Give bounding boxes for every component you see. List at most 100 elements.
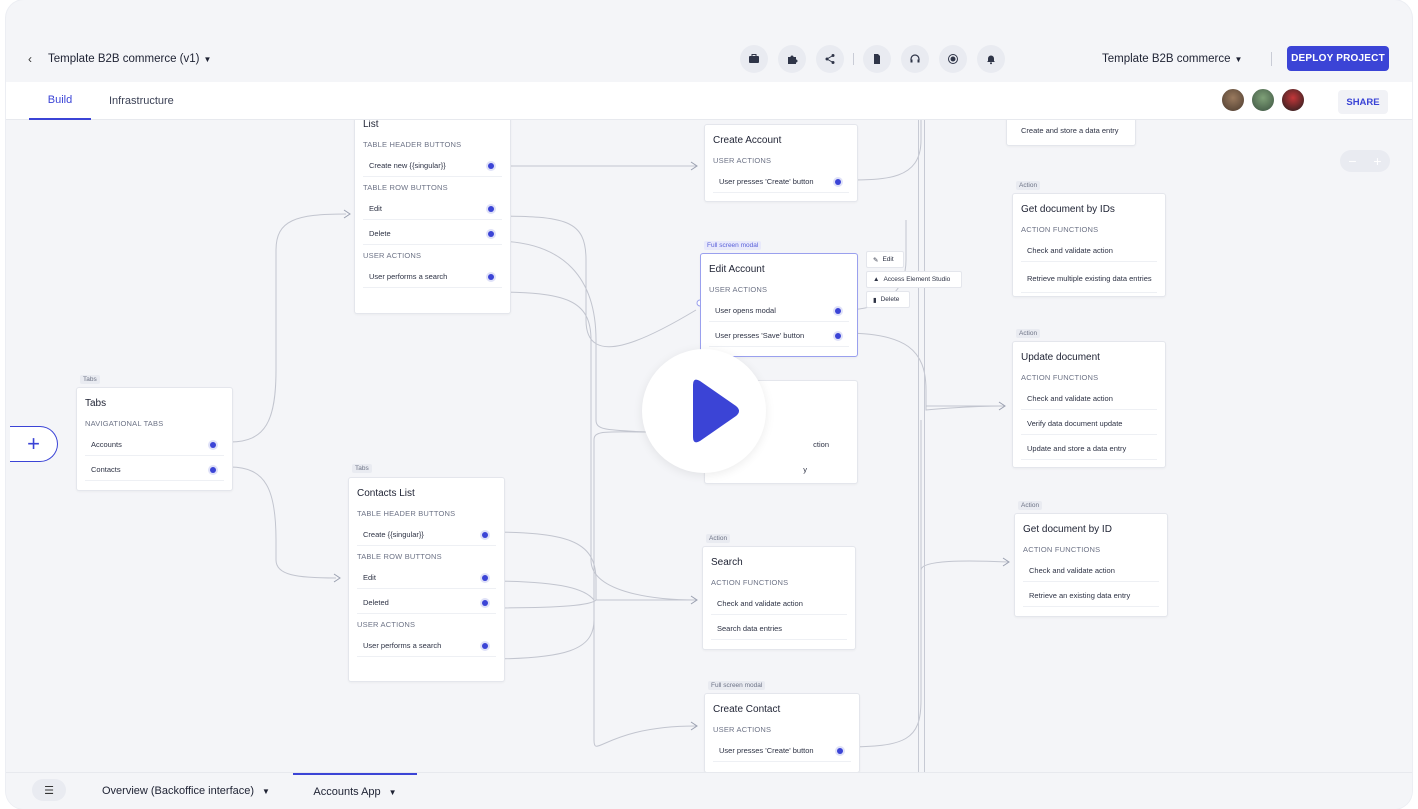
connector-dot[interactable] — [482, 575, 488, 581]
tab-build[interactable]: Build — [29, 82, 91, 120]
bottom-tab-accounts-app[interactable]: Accounts App ▼ — [293, 773, 417, 809]
puzzle-icon[interactable] — [778, 45, 806, 73]
connector-dot[interactable] — [835, 179, 841, 185]
bell-icon[interactable] — [977, 45, 1005, 73]
environment-selector[interactable]: Template B2B commerce ▼ — [1102, 36, 1242, 82]
briefcase-icon[interactable] — [740, 45, 768, 73]
flow-canvas[interactable]: List TABLE HEADER BUTTONS Create new {{s… — [6, 120, 1412, 772]
toolbar — [740, 45, 1005, 73]
row-label: Deleted — [363, 598, 389, 607]
list-item[interactable]: Deleted — [357, 592, 496, 614]
list-item[interactable]: User opens modal — [709, 300, 849, 322]
list-item[interactable]: Check and validate action — [1023, 560, 1159, 582]
section-label: USER ACTIONS — [357, 620, 416, 629]
bottom-tab-overview[interactable]: Overview (Backoffice interface) ▼ — [102, 773, 270, 809]
node-type-tag: Action — [1016, 329, 1041, 338]
list-item[interactable]: Edit — [363, 198, 502, 220]
environment-label[interactable]: Template B2B commerce — [1102, 53, 1230, 65]
hamburger-icon[interactable]: ☰ — [32, 779, 66, 801]
list-item[interactable]: User presses 'Create' button — [713, 740, 851, 762]
connector-dot[interactable] — [482, 532, 488, 538]
row-label: Search data entries — [717, 624, 783, 633]
pencil-icon: ✎ — [873, 256, 879, 264]
caret-down-icon[interactable]: ▼ — [1234, 55, 1242, 64]
node-tabs[interactable]: Tabs NAVIGATIONAL TABS Accounts Contacts — [76, 387, 233, 491]
connector-dot[interactable] — [837, 748, 843, 754]
connector-dot[interactable] — [482, 643, 488, 649]
list-item[interactable]: Update and store a data entry — [1021, 438, 1157, 460]
connector-dot[interactable] — [210, 442, 216, 448]
list-item[interactable]: Create {{singular}} — [357, 524, 496, 546]
avatar[interactable] — [1280, 87, 1306, 113]
list-item[interactable]: Retrieve an existing data entry — [1023, 585, 1159, 607]
element-studio-menu-item[interactable]: ▲ Access Element Studio — [866, 271, 962, 288]
tab-infrastructure[interactable]: Infrastructure — [109, 82, 174, 120]
chevron-left-icon[interactable]: ‹ — [28, 52, 32, 66]
zoom-control: − + — [1340, 150, 1390, 172]
edit-menu-item[interactable]: ✎ Edit — [866, 251, 904, 268]
view-tabs-bar: Build Infrastructure SHARE — [6, 82, 1412, 120]
share-button[interactable]: SHARE — [1338, 90, 1388, 114]
node-title: Edit Account — [709, 264, 765, 275]
headset-icon[interactable] — [901, 45, 929, 73]
connector-dot[interactable] — [482, 600, 488, 606]
list-item[interactable]: Create new {{singular}} — [363, 155, 502, 177]
list-item[interactable]: Create and store a data entry — [1015, 120, 1127, 141]
video-play-button[interactable] — [642, 349, 766, 473]
project-title[interactable]: Template B2B commerce (v1) — [48, 53, 199, 65]
connector-dot[interactable] — [835, 333, 841, 339]
connector-dot[interactable] — [488, 274, 494, 280]
list-item[interactable]: Check and validate action — [1021, 388, 1157, 410]
node-contacts-list[interactable]: Contacts List TABLE HEADER BUTTONS Creat… — [348, 477, 505, 682]
row-label: y — [803, 464, 807, 474]
record-icon[interactable] — [939, 45, 967, 73]
canvas-divider — [924, 120, 925, 772]
node-edit-account[interactable]: Edit Account USER ACTIONS User opens mod… — [700, 253, 858, 357]
node-search[interactable]: Search ACTION FUNCTIONS Check and valida… — [702, 546, 856, 650]
list-item[interactable]: Check and validate action — [711, 593, 847, 615]
connector-dot[interactable] — [488, 163, 494, 169]
list-item[interactable]: User performs a search — [357, 635, 496, 657]
list-item[interactable]: Retrieve multiple existing data entries — [1021, 265, 1157, 293]
zoom-in-button[interactable]: + — [1373, 153, 1381, 169]
list-item[interactable]: User presses 'Save' button — [709, 325, 849, 347]
project-selector[interactable]: ‹ Template B2B commerce (v1) ▼ — [28, 36, 211, 82]
list-item[interactable]: Check and validate action — [1021, 240, 1157, 262]
caret-down-icon[interactable]: ▼ — [203, 55, 211, 64]
avatar[interactable] — [1220, 87, 1246, 113]
connector-dot[interactable] — [835, 308, 841, 314]
play-icon — [693, 379, 739, 443]
node-update-document[interactable]: Update document ACTION FUNCTIONS Check a… — [1012, 341, 1166, 468]
list-item[interactable]: Edit — [357, 567, 496, 589]
list-item[interactable]: Verify data document update — [1021, 413, 1157, 435]
connector-dot[interactable] — [488, 231, 494, 237]
caret-down-icon[interactable]: ▼ — [389, 788, 397, 797]
list-item[interactable]: Contacts — [85, 459, 224, 481]
node-list[interactable]: List TABLE HEADER BUTTONS Create new {{s… — [354, 120, 511, 314]
connector-dot[interactable] — [210, 467, 216, 473]
list-item[interactable]: Delete — [363, 223, 502, 245]
row-label: Check and validate action — [1029, 566, 1115, 575]
node-get-document-by-id[interactable]: Get document by ID ACTION FUNCTIONS Chec… — [1014, 513, 1168, 617]
zoom-out-button[interactable]: − — [1348, 153, 1356, 169]
node-create-contact[interactable]: Create Contact USER ACTIONS User presses… — [704, 693, 860, 772]
add-node-button[interactable]: + — [10, 426, 58, 462]
list-item[interactable]: User presses 'Create' button — [713, 171, 849, 193]
node-get-document-by-ids[interactable]: Get document by IDs ACTION FUNCTIONS Che… — [1012, 193, 1166, 297]
list-item[interactable]: User performs a search — [363, 266, 502, 288]
caret-down-icon[interactable]: ▼ — [262, 787, 270, 796]
node-store-entry[interactable]: Create and store a data entry — [1006, 120, 1136, 146]
trash-icon: ▮ — [873, 296, 877, 304]
list-item[interactable]: Accounts — [85, 434, 224, 456]
avatar[interactable] — [1250, 87, 1276, 113]
document-icon[interactable] — [863, 45, 891, 73]
node-create-account[interactable]: Create Account USER ACTIONS User presses… — [704, 124, 858, 202]
section-label: TABLE HEADER BUTTONS — [357, 509, 456, 518]
share-nodes-icon[interactable] — [816, 45, 844, 73]
list-item[interactable]: Search data entries — [711, 618, 847, 640]
row-label: User presses 'Create' button — [719, 177, 814, 186]
node-type-tag: Action — [1016, 181, 1041, 190]
deploy-project-button[interactable]: DEPLOY PROJECT — [1287, 46, 1389, 71]
delete-menu-item[interactable]: ▮ Delete — [866, 291, 910, 308]
connector-dot[interactable] — [488, 206, 494, 212]
